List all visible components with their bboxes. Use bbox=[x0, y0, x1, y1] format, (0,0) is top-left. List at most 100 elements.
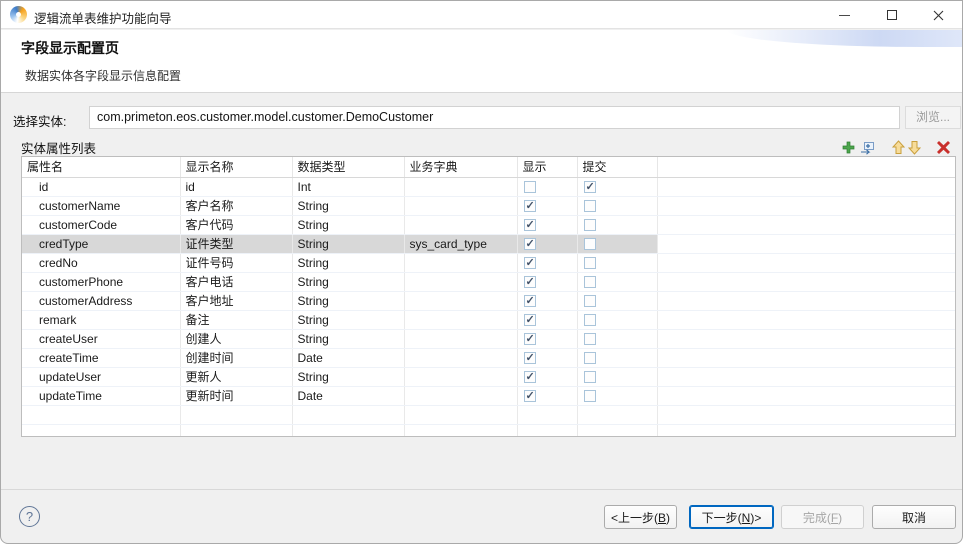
submit-checkbox[interactable] bbox=[584, 276, 596, 288]
display-checkbox[interactable] bbox=[524, 200, 536, 212]
submit-checkbox[interactable] bbox=[584, 181, 596, 193]
display-name-cell[interactable]: 更新时间 bbox=[180, 386, 292, 405]
table-row[interactable]: customerPhone客户电话String bbox=[22, 272, 955, 291]
display-checkbox[interactable] bbox=[524, 333, 536, 345]
display-checkbox[interactable] bbox=[524, 181, 536, 193]
cancel-button[interactable]: 取消 bbox=[872, 505, 956, 529]
data-type-cell[interactable]: Int bbox=[292, 177, 404, 196]
submit-checkbox[interactable] bbox=[584, 390, 596, 402]
submit-checkbox[interactable] bbox=[584, 238, 596, 250]
entity-input[interactable]: com.primeton.eos.customer.model.customer… bbox=[89, 106, 900, 129]
column-header-display[interactable]: 显示 bbox=[517, 157, 577, 177]
move-down-button[interactable] bbox=[908, 139, 921, 155]
display-checkbox[interactable] bbox=[524, 295, 536, 307]
dictionary-cell[interactable]: sys_card_type bbox=[404, 234, 517, 253]
table-row[interactable]: credType证件类型Stringsys_card_type bbox=[22, 234, 955, 253]
display-checkbox[interactable] bbox=[524, 219, 536, 231]
dictionary-cell[interactable] bbox=[404, 196, 517, 215]
property-name-cell[interactable]: customerAddress bbox=[22, 291, 180, 310]
display-name-cell[interactable]: 创建时间 bbox=[180, 348, 292, 367]
dictionary-cell[interactable] bbox=[404, 215, 517, 234]
table-row[interactable]: customerAddress客户地址String bbox=[22, 291, 955, 310]
display-checkbox[interactable] bbox=[524, 352, 536, 364]
display-name-cell[interactable]: 客户代码 bbox=[180, 215, 292, 234]
property-name-cell[interactable]: updateTime bbox=[22, 386, 180, 405]
submit-checkbox[interactable] bbox=[584, 200, 596, 212]
table-row[interactable]: ididInt bbox=[22, 177, 955, 196]
table-row[interactable]: updateTime更新时间Date bbox=[22, 386, 955, 405]
dictionary-cell[interactable] bbox=[404, 348, 517, 367]
submit-checkbox[interactable] bbox=[584, 352, 596, 364]
data-type-cell[interactable]: String bbox=[292, 253, 404, 272]
submit-checkbox[interactable] bbox=[584, 219, 596, 231]
data-type-cell[interactable]: Date bbox=[292, 348, 404, 367]
table-row[interactable]: credNo证件号码String bbox=[22, 253, 955, 272]
display-name-cell[interactable]: 证件类型 bbox=[180, 234, 292, 253]
property-name-cell[interactable]: customerPhone bbox=[22, 272, 180, 291]
display-name-cell[interactable]: 客户电话 bbox=[180, 272, 292, 291]
table-row[interactable]: customerName客户名称String bbox=[22, 196, 955, 215]
browse-button[interactable]: 浏览... bbox=[905, 106, 961, 129]
property-name-cell[interactable]: createTime bbox=[22, 348, 180, 367]
display-name-cell[interactable]: 创建人 bbox=[180, 329, 292, 348]
data-type-cell[interactable]: String bbox=[292, 215, 404, 234]
data-type-cell[interactable]: String bbox=[292, 234, 404, 253]
dictionary-cell[interactable] bbox=[404, 367, 517, 386]
property-name-cell[interactable]: credType bbox=[22, 234, 180, 253]
dictionary-cell[interactable] bbox=[404, 253, 517, 272]
property-name-cell[interactable]: updateUser bbox=[22, 367, 180, 386]
dictionary-cell[interactable] bbox=[404, 272, 517, 291]
column-header-dictionary[interactable]: 业务字典 bbox=[404, 157, 517, 177]
table-row[interactable]: remark备注String bbox=[22, 310, 955, 329]
dictionary-cell[interactable] bbox=[404, 177, 517, 196]
title-bar[interactable]: 逻辑流单表维护功能向导 bbox=[1, 1, 962, 29]
finish-button[interactable]: 完成(F) bbox=[781, 505, 864, 529]
display-checkbox[interactable] bbox=[524, 314, 536, 326]
data-type-cell[interactable]: String bbox=[292, 329, 404, 348]
display-name-cell[interactable]: 客户名称 bbox=[180, 196, 292, 215]
display-checkbox[interactable] bbox=[524, 390, 536, 402]
close-button[interactable] bbox=[915, 1, 962, 29]
data-type-cell[interactable]: String bbox=[292, 272, 404, 291]
submit-checkbox[interactable] bbox=[584, 314, 596, 326]
display-checkbox[interactable] bbox=[524, 257, 536, 269]
property-name-cell[interactable]: createUser bbox=[22, 329, 180, 348]
property-name-cell[interactable]: remark bbox=[22, 310, 180, 329]
data-type-cell[interactable]: String bbox=[292, 367, 404, 386]
maximize-button[interactable] bbox=[868, 1, 915, 29]
property-name-cell[interactable]: credNo bbox=[22, 253, 180, 272]
next-button[interactable]: 下一步(N)> bbox=[689, 505, 774, 529]
dictionary-cell[interactable] bbox=[404, 310, 517, 329]
back-button[interactable]: <上一步(B) bbox=[604, 505, 677, 529]
table-row[interactable]: createUser创建人String bbox=[22, 329, 955, 348]
table-row[interactable]: customerCode客户代码String bbox=[22, 215, 955, 234]
add-all-button[interactable] bbox=[860, 139, 875, 155]
minimize-button[interactable] bbox=[821, 1, 868, 29]
move-up-button[interactable] bbox=[892, 139, 905, 155]
property-name-cell[interactable]: id bbox=[22, 177, 180, 196]
display-name-cell[interactable]: 备注 bbox=[180, 310, 292, 329]
column-header-property-name[interactable]: 属性名 bbox=[22, 157, 180, 177]
dictionary-cell[interactable] bbox=[404, 386, 517, 405]
add-button[interactable] bbox=[841, 139, 856, 155]
data-type-cell[interactable]: Date bbox=[292, 386, 404, 405]
data-type-cell[interactable]: String bbox=[292, 291, 404, 310]
display-checkbox[interactable] bbox=[524, 238, 536, 250]
table-row[interactable]: updateUser更新人String bbox=[22, 367, 955, 386]
display-name-cell[interactable]: 客户地址 bbox=[180, 291, 292, 310]
delete-button[interactable] bbox=[937, 139, 950, 155]
property-name-cell[interactable]: customerName bbox=[22, 196, 180, 215]
display-name-cell[interactable]: 更新人 bbox=[180, 367, 292, 386]
column-header-data-type[interactable]: 数据类型 bbox=[292, 157, 404, 177]
submit-checkbox[interactable] bbox=[584, 257, 596, 269]
display-checkbox[interactable] bbox=[524, 371, 536, 383]
data-type-cell[interactable]: String bbox=[292, 310, 404, 329]
data-type-cell[interactable]: String bbox=[292, 196, 404, 215]
submit-checkbox[interactable] bbox=[584, 295, 596, 307]
property-name-cell[interactable]: customerCode bbox=[22, 215, 180, 234]
help-button[interactable]: ? bbox=[19, 506, 40, 527]
column-header-display-name[interactable]: 显示名称 bbox=[180, 157, 292, 177]
column-header-submit[interactable]: 提交 bbox=[577, 157, 657, 177]
submit-checkbox[interactable] bbox=[584, 371, 596, 383]
display-checkbox[interactable] bbox=[524, 276, 536, 288]
